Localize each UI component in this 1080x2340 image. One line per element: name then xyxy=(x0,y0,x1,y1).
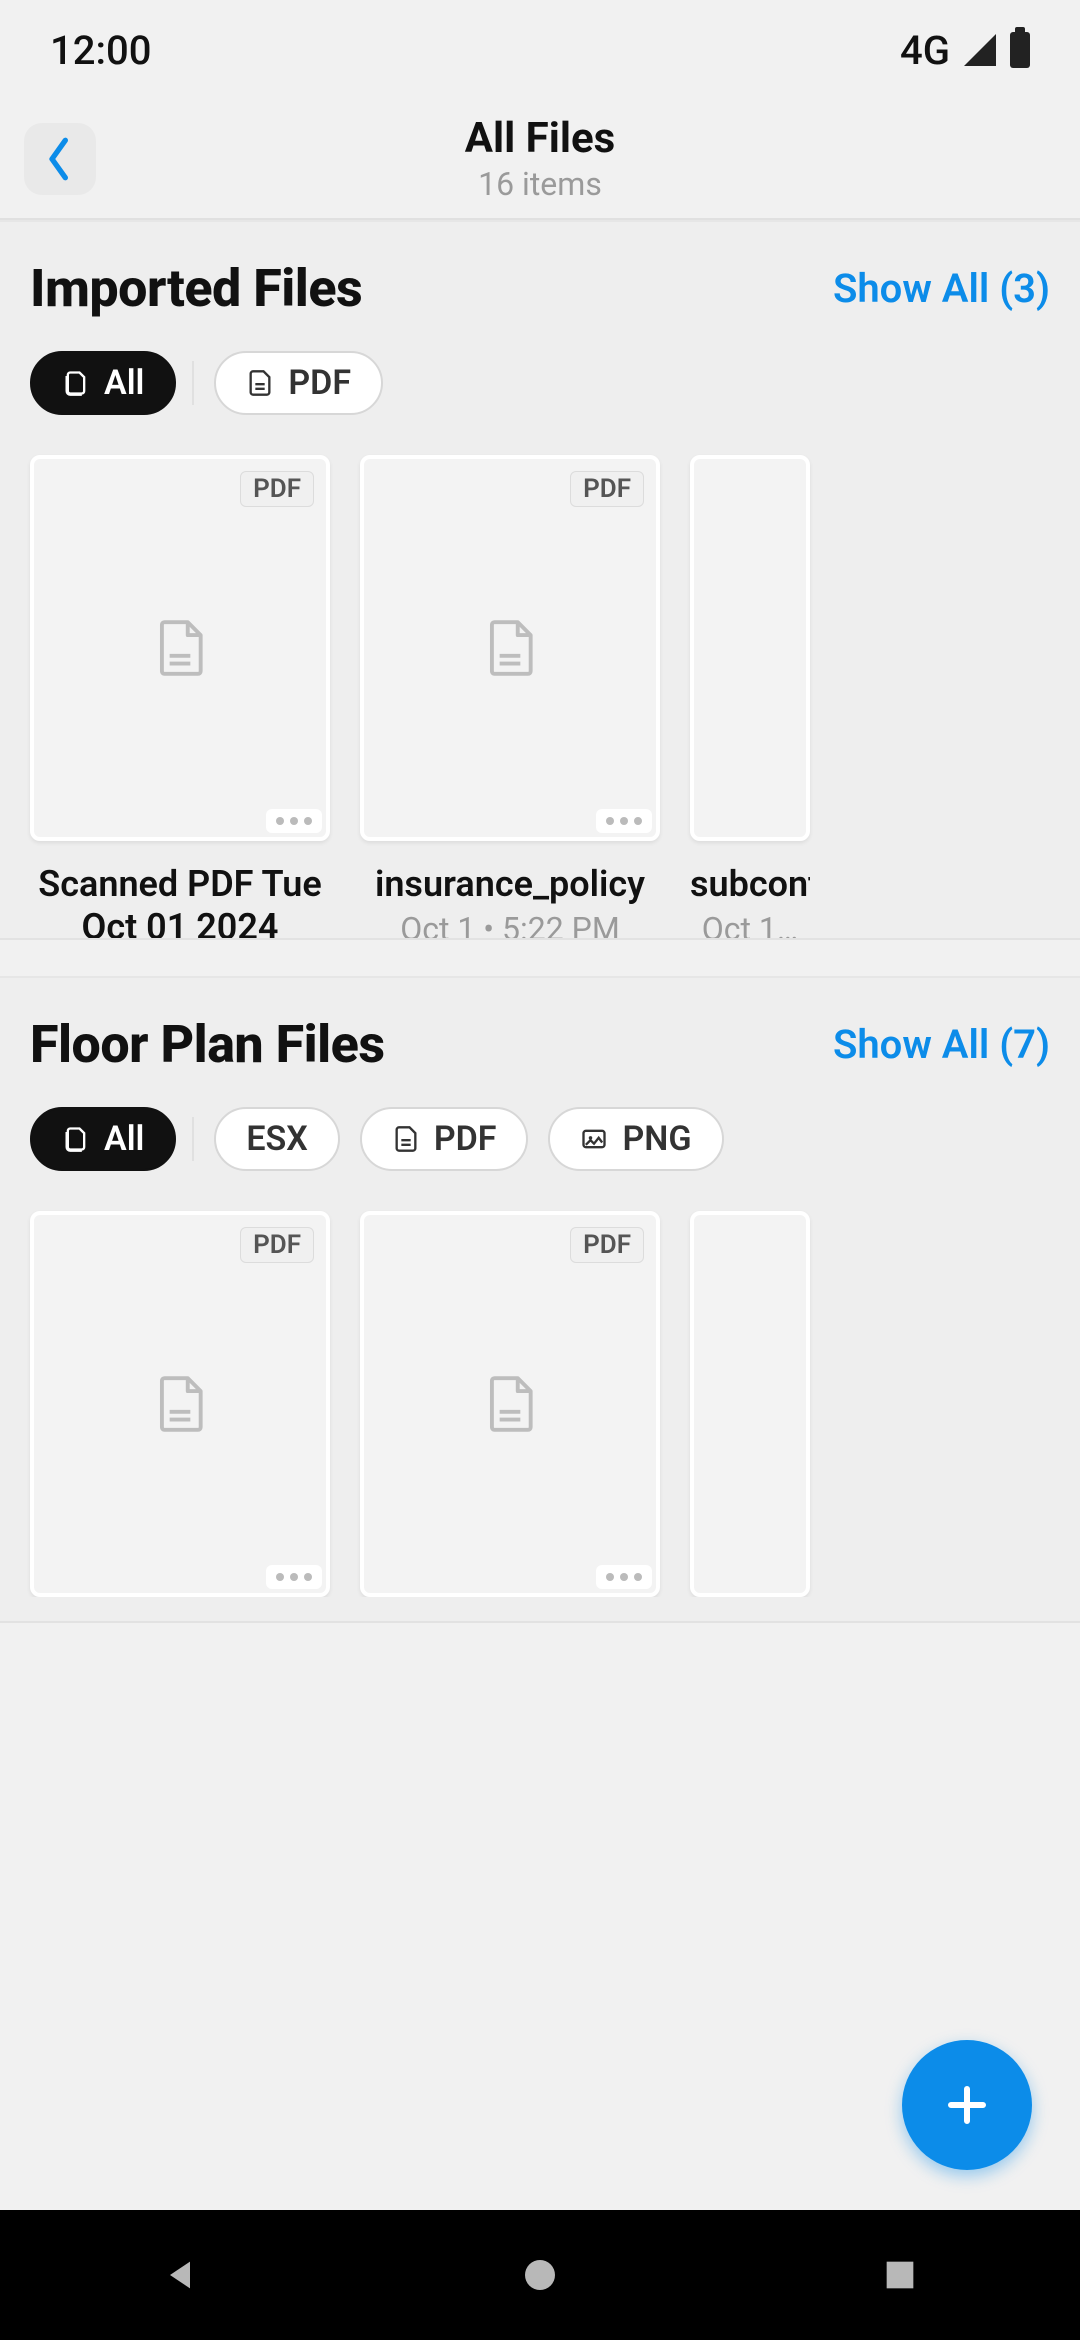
chevron-left-icon xyxy=(44,135,76,183)
chip-pdf[interactable]: PDF xyxy=(214,351,383,415)
file-meta: Oct 1 • 5:22 PM xyxy=(360,910,660,940)
filter-chips-imported: All PDF xyxy=(0,319,1080,415)
chip-divider xyxy=(192,361,194,405)
file-thumbnail[interactable]: PDF xyxy=(30,1211,330,1597)
section-title-floorplan: Floor Plan Files xyxy=(30,1014,385,1075)
more-button[interactable] xyxy=(596,1565,652,1589)
imported-cards-row[interactable]: PDF Scanned PDF Tue Oct 01 2024 Oct 1 • … xyxy=(0,415,1080,940)
network-label: 4G xyxy=(900,27,950,74)
status-indicators: 4G xyxy=(900,27,1030,74)
file-thumbnail[interactable]: PDF xyxy=(360,455,660,841)
chip-png-label: PNG xyxy=(622,1119,691,1159)
chip-esx-label: ESX xyxy=(246,1119,307,1159)
document-icon xyxy=(149,1373,211,1435)
file-card[interactable]: PDF xyxy=(360,1211,660,1597)
chip-pdf-label: PDF xyxy=(434,1119,497,1159)
files-stack-icon xyxy=(62,1125,90,1153)
more-button[interactable] xyxy=(266,1565,322,1589)
chip-esx[interactable]: ESX xyxy=(214,1107,339,1171)
system-navigation-bar xyxy=(0,2210,1080,2340)
floorplan-cards-row[interactable]: PDF PDF xyxy=(0,1171,1080,1597)
section-title-imported: Imported Files xyxy=(30,258,362,319)
file-type-badge: PDF xyxy=(570,471,644,507)
more-button[interactable] xyxy=(596,809,652,833)
chip-all[interactable]: All xyxy=(30,351,176,415)
file-meta: Oct 1… xyxy=(690,910,810,940)
status-bar: 12:00 4G xyxy=(0,0,1080,100)
section-imported-files: Imported Files Show All (3) All PDF PDF … xyxy=(0,220,1080,940)
file-type-badge: PDF xyxy=(240,471,314,507)
chip-pdf-label: PDF xyxy=(288,363,351,403)
add-button[interactable] xyxy=(902,2040,1032,2170)
filter-chips-floorplan: All ESX PDF PNG xyxy=(0,1075,1080,1171)
nav-home-icon[interactable] xyxy=(520,2255,560,2295)
nav-back-icon[interactable] xyxy=(160,2255,200,2295)
file-thumbnail[interactable]: PDF xyxy=(30,455,330,841)
file-thumbnail[interactable]: PDF xyxy=(360,1211,660,1597)
file-name: insurance_policy xyxy=(360,863,660,906)
page-subtitle: 16 items xyxy=(465,166,615,203)
plus-icon xyxy=(943,2081,991,2129)
file-type-badge: PDF xyxy=(240,1227,314,1263)
page-title: All Files xyxy=(465,115,615,163)
document-icon xyxy=(479,1373,541,1435)
nav-recent-icon[interactable] xyxy=(880,2255,920,2295)
chip-pdf[interactable]: PDF xyxy=(360,1107,529,1171)
file-card[interactable]: subcont… Oct 1… xyxy=(690,455,810,940)
signal-icon xyxy=(964,34,996,66)
file-icon xyxy=(392,1125,420,1153)
more-button[interactable] xyxy=(266,809,322,833)
file-card[interactable]: PDF xyxy=(30,1211,330,1597)
chip-all-label: All xyxy=(104,363,144,403)
document-icon xyxy=(149,617,211,679)
app-title-group: All Files 16 items xyxy=(465,115,615,202)
files-stack-icon xyxy=(62,369,90,397)
show-all-imported[interactable]: Show All (3) xyxy=(833,265,1050,312)
chip-divider xyxy=(192,1117,194,1161)
document-icon xyxy=(479,617,541,679)
status-time: 12:00 xyxy=(50,27,151,74)
image-icon xyxy=(580,1125,608,1153)
show-all-floorplan[interactable]: Show All (7) xyxy=(833,1021,1050,1068)
chip-all-label: All xyxy=(104,1119,144,1159)
chip-all[interactable]: All xyxy=(30,1107,176,1171)
file-icon xyxy=(246,369,274,397)
file-name: subcont… xyxy=(690,863,810,906)
file-type-badge: PDF xyxy=(570,1227,644,1263)
file-card[interactable] xyxy=(690,1211,810,1597)
battery-icon xyxy=(1010,32,1030,68)
section-floorplan-files: Floor Plan Files Show All (7) All ESX PD… xyxy=(0,976,1080,1623)
file-card[interactable]: PDF Scanned PDF Tue Oct 01 2024 Oct 1 • … xyxy=(30,455,330,940)
back-button[interactable] xyxy=(24,123,96,195)
file-name: Scanned PDF Tue Oct 01 2024 xyxy=(30,863,330,940)
file-card[interactable]: PDF insurance_policy Oct 1 • 5:22 PM xyxy=(360,455,660,940)
file-thumbnail[interactable] xyxy=(690,1211,810,1597)
file-thumbnail[interactable] xyxy=(690,455,810,841)
chip-png[interactable]: PNG xyxy=(548,1107,723,1171)
app-bar: All Files 16 items xyxy=(0,100,1080,220)
